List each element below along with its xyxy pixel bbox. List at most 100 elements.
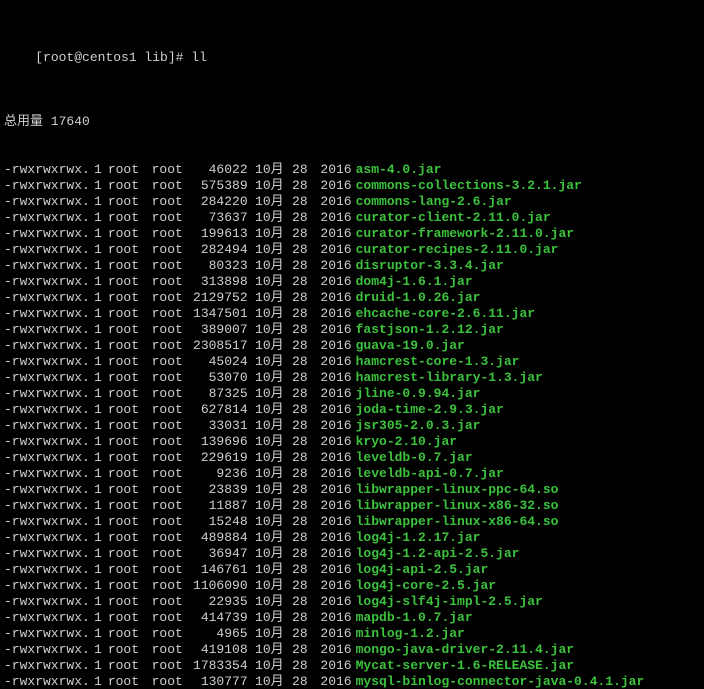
file-links: 1	[94, 658, 102, 674]
file-links: 1	[94, 306, 102, 322]
file-row: -rwxrwxrwx. 1root root41910810月282016mon…	[4, 642, 700, 658]
file-size: 389007	[188, 322, 248, 338]
file-perms: -rwxrwxrwx.	[4, 482, 86, 498]
file-month: 10月	[250, 306, 284, 322]
file-owner: root	[108, 562, 144, 578]
file-name: joda-time-2.9.3.jar	[356, 402, 504, 417]
file-links: 1	[94, 498, 102, 514]
file-year: 2016	[308, 386, 356, 402]
file-name: Mycat-server-1.6-RELEASE.jar	[356, 658, 574, 673]
file-links: 1	[94, 418, 102, 434]
file-owner: root	[108, 370, 144, 386]
file-size: 53070	[188, 370, 248, 386]
file-month: 10月	[250, 546, 284, 562]
file-row: -rwxrwxrwx. 1root root2293510月282016log4…	[4, 594, 700, 610]
file-owner: root	[108, 610, 144, 626]
file-group: root	[152, 306, 188, 322]
file-day: 28	[284, 514, 308, 530]
file-group: root	[152, 226, 188, 242]
file-row: -rwxrwxrwx. 1root root134750110月282016eh…	[4, 306, 700, 322]
file-size: 1783354	[188, 658, 248, 674]
file-perms: -rwxrwxrwx.	[4, 242, 86, 258]
file-owner: root	[108, 402, 144, 418]
file-links: 1	[94, 546, 102, 562]
file-size: 139696	[188, 434, 248, 450]
file-group: root	[152, 498, 188, 514]
file-links: 1	[94, 466, 102, 482]
file-day: 28	[284, 194, 308, 210]
file-owner: root	[108, 482, 144, 498]
file-name: druid-1.0.26.jar	[356, 290, 481, 305]
file-group: root	[152, 642, 188, 658]
file-perms: -rwxrwxrwx.	[4, 386, 86, 402]
file-group: root	[152, 450, 188, 466]
terminal-output[interactable]: [root@centos1 lib]# ll 总用量 17640 -rwxrwx…	[0, 0, 704, 689]
file-year: 2016	[308, 178, 356, 194]
file-perms: -rwxrwxrwx.	[4, 626, 86, 642]
file-name: log4j-slf4j-impl-2.5.jar	[356, 594, 543, 609]
file-name: kryo-2.10.jar	[356, 434, 457, 449]
file-group: root	[152, 482, 188, 498]
file-perms: -rwxrwxrwx.	[4, 466, 86, 482]
file-group: root	[152, 514, 188, 530]
file-owner: root	[108, 162, 144, 178]
file-size: 313898	[188, 274, 248, 290]
file-month: 10月	[250, 466, 284, 482]
file-day: 28	[284, 162, 308, 178]
file-perms: -rwxrwxrwx.	[4, 498, 86, 514]
file-month: 10月	[250, 594, 284, 610]
file-links: 1	[94, 226, 102, 242]
file-name: curator-recipes-2.11.0.jar	[356, 242, 559, 257]
file-year: 2016	[308, 562, 356, 578]
total-line: 总用量 17640	[4, 114, 700, 130]
file-owner: root	[108, 498, 144, 514]
file-owner: root	[108, 226, 144, 242]
file-year: 2016	[308, 290, 356, 306]
file-group: root	[152, 658, 188, 674]
file-month: 10月	[250, 258, 284, 274]
file-year: 2016	[308, 306, 356, 322]
file-month: 10月	[250, 274, 284, 290]
file-links: 1	[94, 434, 102, 450]
file-owner: root	[108, 450, 144, 466]
file-perms: -rwxrwxrwx.	[4, 658, 86, 674]
file-row: -rwxrwxrwx. 1root root3694710月282016log4…	[4, 546, 700, 562]
file-year: 2016	[308, 418, 356, 434]
file-links: 1	[94, 578, 102, 594]
file-links: 1	[94, 274, 102, 290]
file-owner: root	[108, 242, 144, 258]
file-owner: root	[108, 530, 144, 546]
file-row: -rwxrwxrwx. 1root root38900710月282016fas…	[4, 322, 700, 338]
file-perms: -rwxrwxrwx.	[4, 274, 86, 290]
file-owner: root	[108, 674, 144, 689]
file-owner: root	[108, 210, 144, 226]
file-perms: -rwxrwxrwx.	[4, 610, 86, 626]
file-owner: root	[108, 306, 144, 322]
file-month: 10月	[250, 402, 284, 418]
file-links: 1	[94, 338, 102, 354]
file-row: -rwxrwxrwx. 1root root110609010月282016lo…	[4, 578, 700, 594]
file-group: root	[152, 322, 188, 338]
file-year: 2016	[308, 578, 356, 594]
file-day: 28	[284, 674, 308, 689]
file-year: 2016	[308, 498, 356, 514]
file-day: 28	[284, 226, 308, 242]
file-owner: root	[108, 258, 144, 274]
file-size: 199613	[188, 226, 248, 242]
file-size: 80323	[188, 258, 248, 274]
file-name: log4j-api-2.5.jar	[356, 562, 489, 577]
file-month: 10月	[250, 162, 284, 178]
file-group: root	[152, 210, 188, 226]
file-row: -rwxrwxrwx. 1root root4502410月282016hamc…	[4, 354, 700, 370]
file-year: 2016	[308, 434, 356, 450]
file-group: root	[152, 370, 188, 386]
file-name: jsr305-2.0.3.jar	[356, 418, 481, 433]
file-row: -rwxrwxrwx. 1root root19961310月282016cur…	[4, 226, 700, 242]
file-perms: -rwxrwxrwx.	[4, 258, 86, 274]
file-owner: root	[108, 354, 144, 370]
file-size: 46022	[188, 162, 248, 178]
file-month: 10月	[250, 370, 284, 386]
file-size: 45024	[188, 354, 248, 370]
file-perms: -rwxrwxrwx.	[4, 562, 86, 578]
file-month: 10月	[250, 194, 284, 210]
